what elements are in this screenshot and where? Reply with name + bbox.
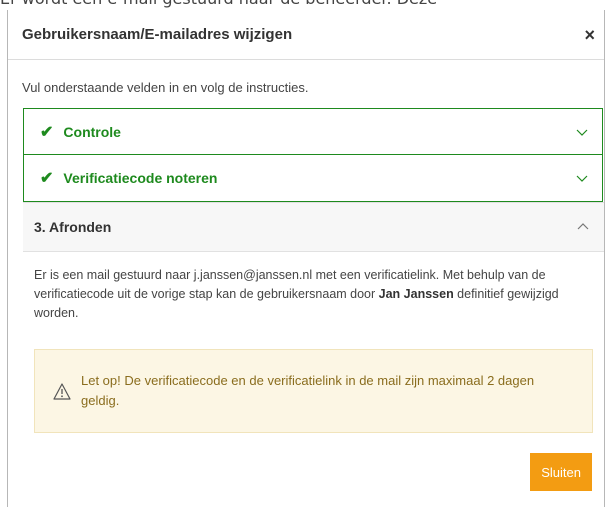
chevron-down-icon	[576, 175, 588, 182]
modal-footer: Sluiten	[530, 453, 592, 491]
chevron-down-icon	[576, 129, 588, 136]
check-icon: ✔	[40, 123, 54, 141]
step-controle-header[interactable]: ✔ Controle	[23, 108, 603, 155]
warning-alert: Let op! De verificatiecode en de verific…	[34, 349, 593, 433]
modal-header: Gebruikersnaam/E-mailadres wijzigen ×	[8, 10, 604, 60]
user-name: Jan Janssen	[378, 287, 454, 301]
warning-icon	[53, 382, 71, 400]
step3-description: Er is een mail gestuurd naar j.janssen@j…	[34, 268, 559, 320]
warning-text: Let op! De verificatiecode en de verific…	[81, 373, 535, 408]
close-icon[interactable]: ×	[584, 26, 595, 44]
step-label: Verificatiecode noteren	[63, 170, 218, 186]
background-text: Er wordt een e-mail gestuurd naar de beh…	[0, 0, 605, 8]
modal-dialog: Gebruikersnaam/E-mailadres wijzigen × Vu…	[7, 10, 605, 507]
check-icon: ✔	[40, 170, 54, 187]
close-button[interactable]: Sluiten	[530, 453, 592, 491]
modal-title: Gebruikersnaam/E-mailadres wijzigen	[22, 26, 293, 43]
step-verificatiecode-header[interactable]: ✔ Verificatiecode noteren	[23, 155, 603, 202]
step-afronden-header[interactable]: 3. Afronden	[23, 202, 604, 252]
chevron-up-icon	[577, 223, 589, 230]
step-label: Controle	[63, 123, 121, 140]
intro-text: Vul onderstaande velden in en volg de in…	[22, 80, 309, 95]
step-afronden-body: Er is een mail gestuurd naar j.janssen@j…	[23, 252, 604, 433]
step-label: 3. Afronden	[34, 219, 112, 235]
